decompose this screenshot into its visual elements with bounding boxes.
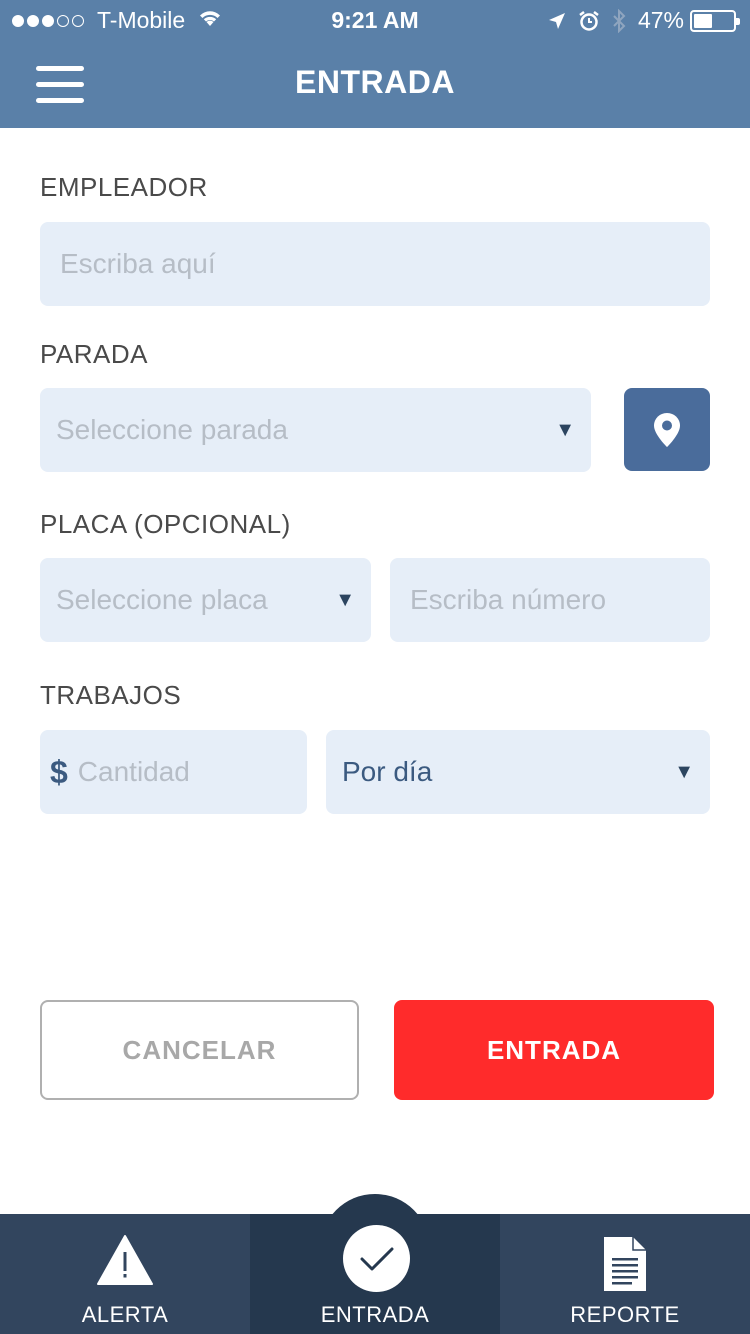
- page-title: ENTRADA: [295, 64, 455, 100]
- caret-down-icon: ▼: [674, 760, 694, 783]
- stop-label: PARADA: [40, 339, 148, 369]
- tab-entrada-label: ENTRADA: [320, 1302, 430, 1327]
- battery-icon: [690, 9, 740, 32]
- location-arrow-icon: [548, 12, 566, 30]
- plate-number-input[interactable]: [390, 558, 710, 642]
- checkmark-glyph: [360, 1247, 393, 1270]
- submit-button[interactable]: ENTRADA: [394, 1000, 714, 1100]
- checkmark-icon[interactable]: [343, 1225, 410, 1292]
- period-select-value: Por día: [342, 756, 433, 787]
- amount-field[interactable]: $: [40, 730, 307, 814]
- caret-down-icon: ▼: [555, 418, 575, 441]
- caret-down-icon: ▼: [335, 588, 355, 611]
- plate-select-value: Seleccione placa: [56, 584, 268, 615]
- currency-symbol: $: [50, 753, 68, 790]
- battery-fill: [694, 13, 712, 28]
- amount-input[interactable]: [77, 730, 307, 814]
- jobs-label: TRABAJOS: [40, 680, 182, 710]
- document-icon: [604, 1237, 646, 1291]
- cancel-button[interactable]: CANCELAR: [40, 1000, 359, 1100]
- tab-reporte-label: REPORTE: [570, 1302, 680, 1327]
- alert-triangle-icon: [97, 1235, 153, 1285]
- period-select[interactable]: Por día ▼: [326, 730, 710, 814]
- top-bar: T-Mobile 9:21 AM 47% ENTRADA: [0, 0, 750, 128]
- tab-reporte[interactable]: REPORTE: [500, 1214, 750, 1334]
- map-pin-icon: [654, 412, 680, 447]
- plate-label: PLACA (OPCIONAL): [40, 509, 291, 539]
- alarm-icon: [578, 10, 600, 32]
- battery-percent: 47%: [637, 7, 684, 33]
- tab-alerta[interactable]: ALERTA: [0, 1214, 250, 1334]
- stop-select-value: Seleccione parada: [56, 414, 288, 445]
- location-button[interactable]: [624, 388, 710, 471]
- stop-select[interactable]: Seleccione parada ▼: [40, 388, 591, 472]
- bluetooth-icon: [612, 8, 626, 33]
- battery-tip: [736, 17, 740, 25]
- status-right: 47%: [536, 7, 740, 34]
- employer-input[interactable]: [40, 222, 710, 306]
- status-bar: T-Mobile 9:21 AM 47%: [0, 0, 750, 40]
- plate-select[interactable]: Seleccione placa ▼: [40, 558, 371, 642]
- employer-label: EMPLEADOR: [40, 172, 208, 202]
- tab-alerta-label: ALERTA: [81, 1302, 169, 1327]
